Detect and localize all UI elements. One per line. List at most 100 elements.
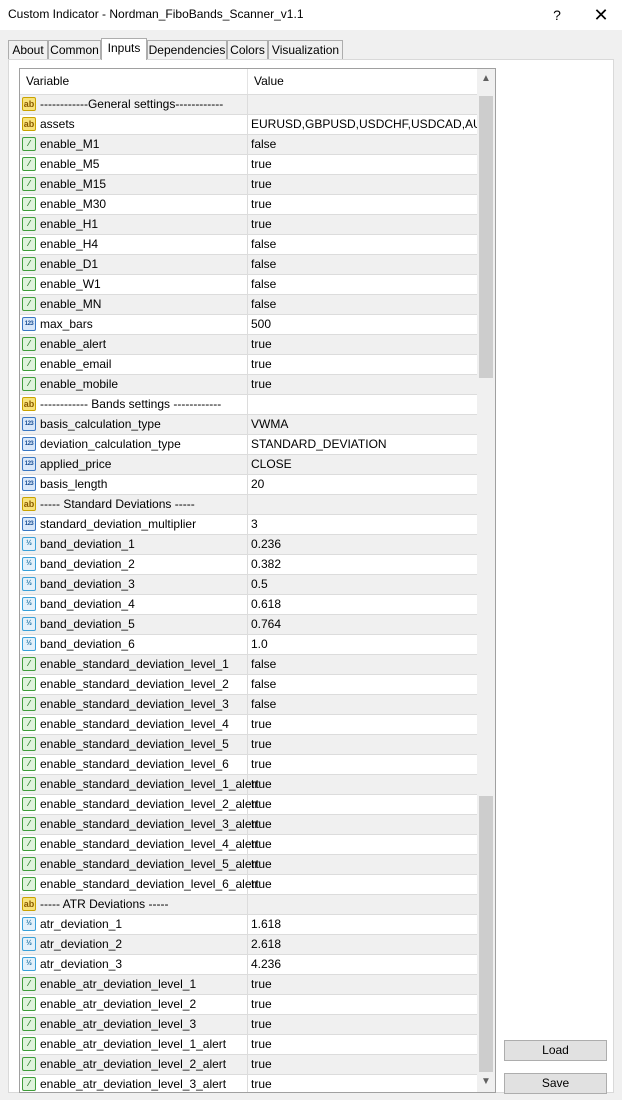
table-row[interactable]: 123 basis_length 20 bbox=[20, 474, 477, 494]
value-cell[interactable]: true bbox=[248, 715, 477, 734]
table-row[interactable]: ⁄ enable_standard_deviation_level_3 false bbox=[20, 694, 477, 714]
table-row[interactable]: ⁄ enable_standard_deviation_level_1_alert… bbox=[20, 774, 477, 794]
value-cell[interactable]: true bbox=[248, 1015, 477, 1034]
value-cell[interactable] bbox=[248, 495, 477, 514]
variable-cell[interactable]: 123 applied_price bbox=[20, 455, 248, 474]
table-row[interactable]: ⁄ enable_standard_deviation_level_2 false bbox=[20, 674, 477, 694]
variable-cell[interactable]: ⁄ enable_M15 bbox=[20, 175, 248, 194]
variable-cell[interactable]: ⁄ enable_atr_deviation_level_3_alert bbox=[20, 1075, 248, 1092]
variable-cell[interactable]: ⁄ enable_standard_deviation_level_6_alert bbox=[20, 875, 259, 894]
variable-cell[interactable]: ab ------------General settings----------… bbox=[20, 95, 248, 114]
table-row[interactable]: ½ band_deviation_6 1.0 bbox=[20, 634, 477, 654]
variable-cell[interactable]: ⁄ enable_alert bbox=[20, 335, 248, 354]
value-cell[interactable]: true bbox=[248, 995, 477, 1014]
variable-cell[interactable]: ⁄ enable_standard_deviation_level_5 bbox=[20, 735, 248, 754]
table-row[interactable]: ½ band_deviation_5 0.764 bbox=[20, 614, 477, 634]
value-cell[interactable]: true bbox=[248, 1035, 477, 1054]
variable-cell[interactable]: ab assets bbox=[20, 115, 248, 134]
table-row[interactable]: ab ------------General settings----------… bbox=[20, 94, 477, 114]
scroll-up-icon[interactable]: ▲ bbox=[477, 69, 495, 89]
value-cell[interactable]: 0.618 bbox=[248, 595, 477, 614]
variable-cell[interactable]: ⁄ enable_standard_deviation_level_2 bbox=[20, 675, 248, 694]
value-cell[interactable]: true bbox=[248, 755, 477, 774]
table-row[interactable]: ab ----- ATR Deviations ----- bbox=[20, 894, 477, 914]
load-button[interactable]: Load bbox=[504, 1040, 607, 1061]
value-cell[interactable]: 2.618 bbox=[248, 935, 477, 954]
table-row[interactable]: 123 basis_calculation_type VWMA bbox=[20, 414, 477, 434]
value-cell[interactable]: false bbox=[248, 255, 477, 274]
table-row[interactable]: ⁄ enable_H4 false bbox=[20, 234, 477, 254]
variable-cell[interactable]: 123 basis_length bbox=[20, 475, 248, 494]
value-cell[interactable]: true bbox=[248, 975, 477, 994]
value-cell[interactable]: 4.236 bbox=[248, 955, 477, 974]
vertical-scrollbar[interactable]: ▲ ▼ bbox=[477, 69, 495, 1092]
variable-cell[interactable]: ⁄ enable_D1 bbox=[20, 255, 248, 274]
table-row[interactable]: ⁄ enable_standard_deviation_level_4_alert… bbox=[20, 834, 477, 854]
table-row[interactable]: ⁄ enable_standard_deviation_level_6 true bbox=[20, 754, 477, 774]
variable-cell[interactable]: ⁄ enable_standard_deviation_level_6 bbox=[20, 755, 248, 774]
table-row[interactable]: ½ atr_deviation_2 2.618 bbox=[20, 934, 477, 954]
value-cell[interactable]: EURUSD,GBPUSD,USDCHF,USDCAD,AU... bbox=[248, 115, 477, 134]
value-cell[interactable]: true bbox=[248, 875, 477, 894]
variable-cell[interactable]: ⁄ enable_W1 bbox=[20, 275, 248, 294]
table-row[interactable]: ⁄ enable_standard_deviation_level_3_alert… bbox=[20, 814, 477, 834]
value-cell[interactable]: false bbox=[248, 655, 477, 674]
variable-cell[interactable]: ⁄ enable_H4 bbox=[20, 235, 248, 254]
variable-cell[interactable]: ab ----- ATR Deviations ----- bbox=[20, 895, 248, 914]
table-row[interactable]: ⁄ enable_atr_deviation_level_1 true bbox=[20, 974, 477, 994]
table-row[interactable]: ⁄ enable_standard_deviation_level_1 false bbox=[20, 654, 477, 674]
value-cell[interactable]: 0.236 bbox=[248, 535, 477, 554]
value-cell[interactable]: false bbox=[248, 675, 477, 694]
variable-cell[interactable]: ⁄ enable_standard_deviation_level_5_alert bbox=[20, 855, 259, 874]
value-cell[interactable]: false bbox=[248, 695, 477, 714]
variable-cell[interactable]: ½ atr_deviation_2 bbox=[20, 935, 248, 954]
variable-cell[interactable]: 123 deviation_calculation_type bbox=[20, 435, 248, 454]
value-cell[interactable]: 1.618 bbox=[248, 915, 477, 934]
tab-inputs[interactable]: Inputs bbox=[101, 38, 147, 60]
variable-cell[interactable]: ½ band_deviation_5 bbox=[20, 615, 248, 634]
variable-cell[interactable]: ⁄ enable_standard_deviation_level_1_alert bbox=[20, 775, 259, 794]
value-cell[interactable]: true bbox=[248, 175, 477, 194]
value-cell[interactable]: true bbox=[248, 195, 477, 214]
table-row[interactable]: ⁄ enable_M15 true bbox=[20, 174, 477, 194]
column-header-value[interactable]: Value bbox=[248, 69, 477, 94]
value-cell[interactable]: CLOSE bbox=[248, 455, 477, 474]
value-cell[interactable]: VWMA bbox=[248, 415, 477, 434]
variable-cell[interactable]: ½ band_deviation_4 bbox=[20, 595, 248, 614]
value-cell[interactable]: STANDARD_DEVIATION bbox=[248, 435, 477, 454]
close-button[interactable]: ✕ bbox=[586, 2, 616, 28]
variable-cell[interactable]: ½ band_deviation_6 bbox=[20, 635, 248, 654]
value-cell[interactable]: 20 bbox=[248, 475, 477, 494]
value-cell[interactable]: 0.5 bbox=[248, 575, 477, 594]
table-row[interactable]: 123 standard_deviation_multiplier 3 bbox=[20, 514, 477, 534]
table-row[interactable]: ½ band_deviation_1 0.236 bbox=[20, 534, 477, 554]
value-cell[interactable]: false bbox=[248, 275, 477, 294]
table-row[interactable]: ½ atr_deviation_3 4.236 bbox=[20, 954, 477, 974]
table-row[interactable]: ⁄ enable_atr_deviation_level_2 true bbox=[20, 994, 477, 1014]
variable-cell[interactable]: 123 standard_deviation_multiplier bbox=[20, 515, 248, 534]
value-cell[interactable]: true bbox=[248, 815, 477, 834]
save-button[interactable]: Save bbox=[504, 1073, 607, 1094]
value-cell[interactable]: true bbox=[248, 735, 477, 754]
table-row[interactable]: 123 deviation_calculation_type STANDARD_DE… bbox=[20, 434, 477, 454]
table-row[interactable]: ab ----- Standard Deviations ----- bbox=[20, 494, 477, 514]
variable-cell[interactable]: ⁄ enable_standard_deviation_level_4 bbox=[20, 715, 248, 734]
variable-cell[interactable]: ½ band_deviation_2 bbox=[20, 555, 248, 574]
value-cell[interactable]: true bbox=[248, 215, 477, 234]
value-cell[interactable]: true bbox=[248, 1075, 477, 1092]
value-cell[interactable] bbox=[248, 895, 477, 914]
variable-cell[interactable]: ½ atr_deviation_1 bbox=[20, 915, 248, 934]
table-row[interactable]: ab ------------ Bands settings ----------… bbox=[20, 394, 477, 414]
scrollbar-thumb[interactable] bbox=[479, 96, 493, 378]
table-row[interactable]: ⁄ enable_atr_deviation_level_3 true bbox=[20, 1014, 477, 1034]
table-row[interactable]: ⁄ enable_H1 true bbox=[20, 214, 477, 234]
table-row[interactable]: ⁄ enable_standard_deviation_level_2_alert… bbox=[20, 794, 477, 814]
table-row[interactable]: ⁄ enable_M5 true bbox=[20, 154, 477, 174]
value-cell[interactable]: true bbox=[248, 355, 477, 374]
value-cell[interactable]: 3 bbox=[248, 515, 477, 534]
value-cell[interactable] bbox=[248, 95, 477, 114]
table-row[interactable]: ⁄ enable_D1 false bbox=[20, 254, 477, 274]
variable-cell[interactable]: ⁄ enable_standard_deviation_level_4_alert bbox=[20, 835, 259, 854]
table-row[interactable]: ⁄ enable_standard_deviation_level_5_alert… bbox=[20, 854, 477, 874]
value-cell[interactable]: false bbox=[248, 235, 477, 254]
